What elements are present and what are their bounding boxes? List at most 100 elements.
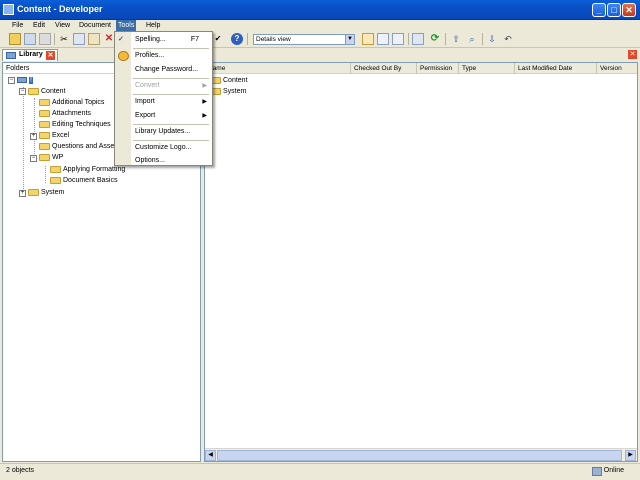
submenu-arrow-icon: ▶ (202, 113, 207, 119)
find-icon[interactable]: ⌕ (466, 33, 478, 45)
tree-collapse-toggle[interactable]: − (8, 77, 15, 84)
menu-item-change-password[interactable]: Change Password... (132, 63, 211, 77)
scroll-thumb[interactable] (217, 450, 622, 461)
tree-collapse-toggle[interactable]: − (19, 88, 26, 95)
scroll-left-icon[interactable]: ◀ (205, 450, 216, 461)
toolbar-separator (445, 33, 446, 45)
app-icon (3, 4, 14, 15)
maximize-button[interactable]: □ (607, 3, 621, 17)
menu-file[interactable]: File (10, 20, 25, 31)
menu-item-label: Profiles... (135, 52, 165, 59)
open-folder-icon[interactable] (9, 33, 21, 45)
menu-item-options[interactable]: Options... (132, 154, 211, 168)
menu-item-label: Library Updates... (135, 128, 191, 135)
column-header-type[interactable]: Type (459, 63, 515, 74)
menu-item-label: Options... (135, 157, 165, 164)
tab-library[interactable]: Library ✕ (2, 49, 58, 61)
properties-icon[interactable] (39, 33, 51, 45)
tree-expand-toggle[interactable]: + (19, 190, 26, 197)
menu-item-customize-logo[interactable]: Customize Logo... (132, 141, 211, 155)
copy-icon[interactable] (73, 33, 85, 45)
tree-line (34, 98, 35, 160)
tree-item-wp[interactable]: WP (39, 152, 63, 163)
window-title: Content - Developer (17, 4, 103, 14)
tree-line (45, 166, 46, 183)
close-tab-icon[interactable]: ✕ (46, 51, 55, 60)
tree-item-label: Excel (52, 132, 70, 139)
table-row[interactable]: System (210, 86, 246, 97)
tree-item-root[interactable]: ! (17, 75, 33, 86)
folder-icon (50, 165, 61, 173)
folder-icon (39, 98, 50, 106)
menu-tools[interactable]: Tools (116, 20, 137, 31)
menu-bar: File Edit View Document Tools Help (0, 20, 640, 31)
cut-icon[interactable]: ✂ (58, 33, 70, 45)
tree-item-label: Applying Formatting (63, 166, 126, 173)
library-icon (6, 52, 16, 59)
tree-item-content[interactable]: Content (28, 86, 66, 97)
chevron-down-icon[interactable]: ▼ (345, 35, 354, 44)
menu-item-profiles[interactable]: Profiles... (132, 49, 211, 63)
tree-item-additional-topics[interactable]: Additional Topics (39, 97, 104, 108)
check-in-icon[interactable]: ✔ (212, 33, 224, 45)
folder-icon (39, 142, 50, 150)
folder-icon (39, 120, 50, 128)
menu-document[interactable]: Document (77, 20, 113, 31)
tree-item-label: ! (29, 77, 33, 84)
tree-item-label: WP (52, 154, 64, 161)
toolbar-separator (54, 33, 55, 45)
status-online: Online (603, 467, 624, 474)
table-row[interactable]: Content (210, 75, 248, 86)
menu-item-library-updates[interactable]: Library Updates... (132, 125, 211, 139)
tree-collapse-toggle[interactable]: − (30, 155, 37, 162)
tab-library-label: Library (19, 51, 43, 58)
download-icon[interactable]: ⇩ (486, 33, 498, 45)
close-button[interactable]: ✕ (622, 3, 636, 17)
column-header-permission[interactable]: Permission (417, 63, 459, 74)
row-name: System (223, 88, 247, 95)
tools-menu: ✓ Spelling... F7 Profiles... Change Pass… (114, 31, 213, 166)
tree-item-editing-techniques[interactable]: Editing Techniques (39, 119, 111, 130)
list-view-icon[interactable] (377, 33, 389, 45)
menu-item-export[interactable]: Export ▶ (132, 109, 211, 123)
close-panel-icon[interactable]: ✕ (628, 50, 637, 59)
tree-expand-toggle[interactable]: + (30, 133, 37, 140)
row-name: Content (223, 77, 248, 84)
tree-item-attachments[interactable]: Attachments (39, 108, 91, 119)
save-icon[interactable] (24, 33, 36, 45)
folder-icon (50, 176, 61, 184)
tree-item-label: Document Basics (63, 177, 118, 184)
up-folder-icon[interactable]: ⇧ (450, 33, 462, 45)
column-header-last-modified[interactable]: Last Modified Date (515, 63, 597, 74)
scroll-right-icon[interactable]: ▶ (625, 450, 636, 461)
split-view-icon[interactable] (392, 33, 404, 45)
view-select-value: Details view (256, 36, 291, 43)
submenu-arrow-icon: ▶ (202, 83, 207, 89)
help-icon[interactable]: ? (231, 33, 243, 45)
view-select[interactable]: Details view ▼ (253, 34, 355, 45)
tree-item-system[interactable]: System (28, 187, 64, 198)
paste-icon[interactable] (88, 33, 100, 45)
menu-item-spelling[interactable]: Spelling... F7 (132, 33, 211, 47)
horizontal-scrollbar[interactable]: ◀ ▶ (205, 448, 637, 461)
folder-icon (28, 188, 39, 196)
menu-view[interactable]: View (53, 20, 72, 31)
column-header-checked-out-by[interactable]: Checked Out By (351, 63, 417, 74)
column-header-version[interactable]: Version (597, 63, 637, 74)
column-header-row: Name Checked Out By Permission Type Last… (205, 63, 637, 74)
spelling-icon: ✓ (118, 36, 124, 43)
menu-edit[interactable]: Edit (31, 20, 47, 31)
menu-item-shortcut: F7 (190, 36, 199, 43)
tree-item-label: Additional Topics (52, 99, 105, 106)
column-header-name[interactable]: Name (205, 63, 351, 74)
undo-icon[interactable]: ↶ (502, 33, 514, 45)
tree-item-document-basics[interactable]: Document Basics (50, 175, 117, 186)
minimize-button[interactable]: _ (592, 3, 606, 17)
menu-item-import[interactable]: Import ▶ (132, 95, 211, 109)
menu-help[interactable]: Help (144, 20, 162, 31)
status-object-count: 2 objects (6, 467, 35, 474)
refresh-icon[interactable]: ⟳ (429, 33, 441, 45)
details-view-icon[interactable] (362, 33, 374, 45)
filter-icon[interactable] (412, 33, 424, 45)
tree-item-excel[interactable]: Excel (39, 130, 69, 141)
